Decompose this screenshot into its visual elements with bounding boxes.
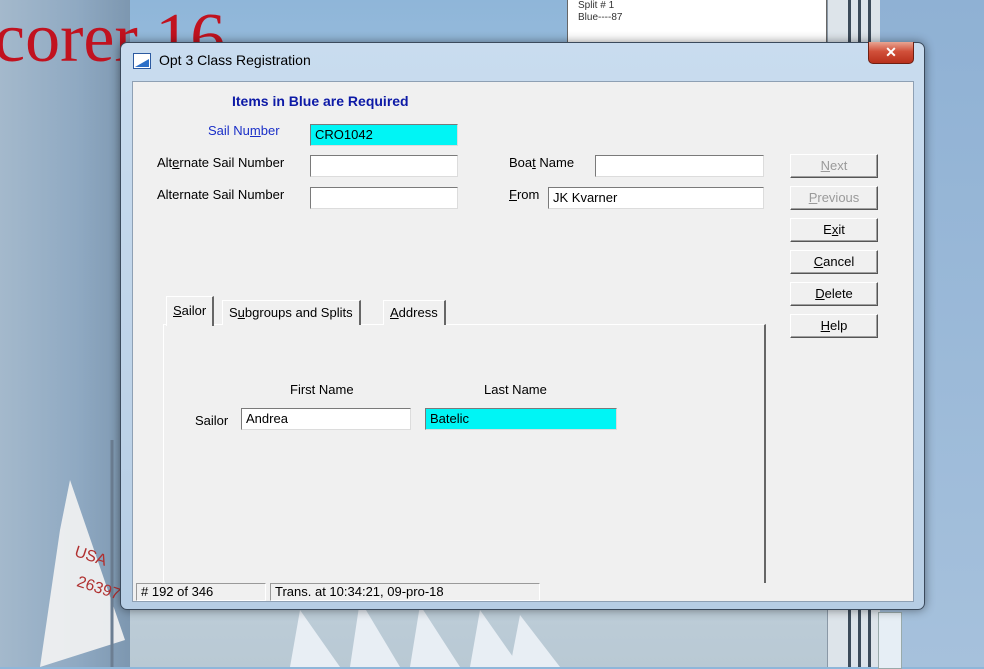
required-note: Items in Blue are Required [232,93,409,109]
alternate-sail-number-label-2: Alternate Sail Number [157,187,285,202]
next-button[interactable]: Next [790,154,878,178]
cancel-button[interactable]: Cancel [790,250,878,274]
last-name-input[interactable]: Batelic [425,408,617,430]
title-bar[interactable]: Opt 3 Class Registration ✕ [121,42,924,79]
background-list-window: Split # 1 Blue----87 [567,0,827,46]
registration-window: Opt 3 Class Registration ✕ Items in Blue… [120,42,925,610]
tab-address[interactable]: Address [383,300,446,325]
tab-panel: First Name Last Name Sailor Andrea Batel… [163,324,766,596]
close-button[interactable]: ✕ [868,42,914,64]
help-button[interactable]: Help [790,314,878,338]
tab-subgroups-and-splits[interactable]: Subgroups and Splits [222,300,361,325]
window-title: Opt 3 Class Registration [159,52,311,68]
status-bar: # 192 of 346 Trans. at 10:34:21, 09-pro-… [133,583,913,601]
background-list-line: Split # 1 [578,0,615,11]
sail-number-input[interactable]: CRO1042 [310,124,458,146]
sail-number-label: Sail Number [208,123,280,138]
tab-sailor[interactable]: Sailor [166,296,215,326]
boat-name-input[interactable] [595,155,764,177]
delete-button[interactable]: Delete [790,282,878,306]
alternate-sail-number-input-1[interactable] [310,155,458,177]
from-label: From [509,187,540,202]
record-counter: # 192 of 346 [136,583,266,601]
alternate-sail-number-label: Alternate Sail Number [157,155,285,170]
dialog-client-area: Items in Blue are Required Sail Number C… [132,81,914,602]
previous-button[interactable]: Previous [790,186,878,210]
alternate-sail-number-input-2[interactable] [310,187,458,209]
last-name-header: Last Name [484,382,547,397]
exit-button[interactable]: Exit [790,218,878,242]
first-name-input[interactable]: Andrea [241,408,411,430]
app-icon [133,53,151,69]
from-input[interactable]: JK Kvarner [548,187,764,209]
background-list-line: Blue----87 [578,12,623,23]
boat-name-label: Boat Name [509,155,575,170]
first-name-header: First Name [290,382,354,397]
sailor-row-label: Sailor [195,413,229,428]
transaction-timestamp: Trans. at 10:34:21, 09-pro-18 [270,583,540,601]
